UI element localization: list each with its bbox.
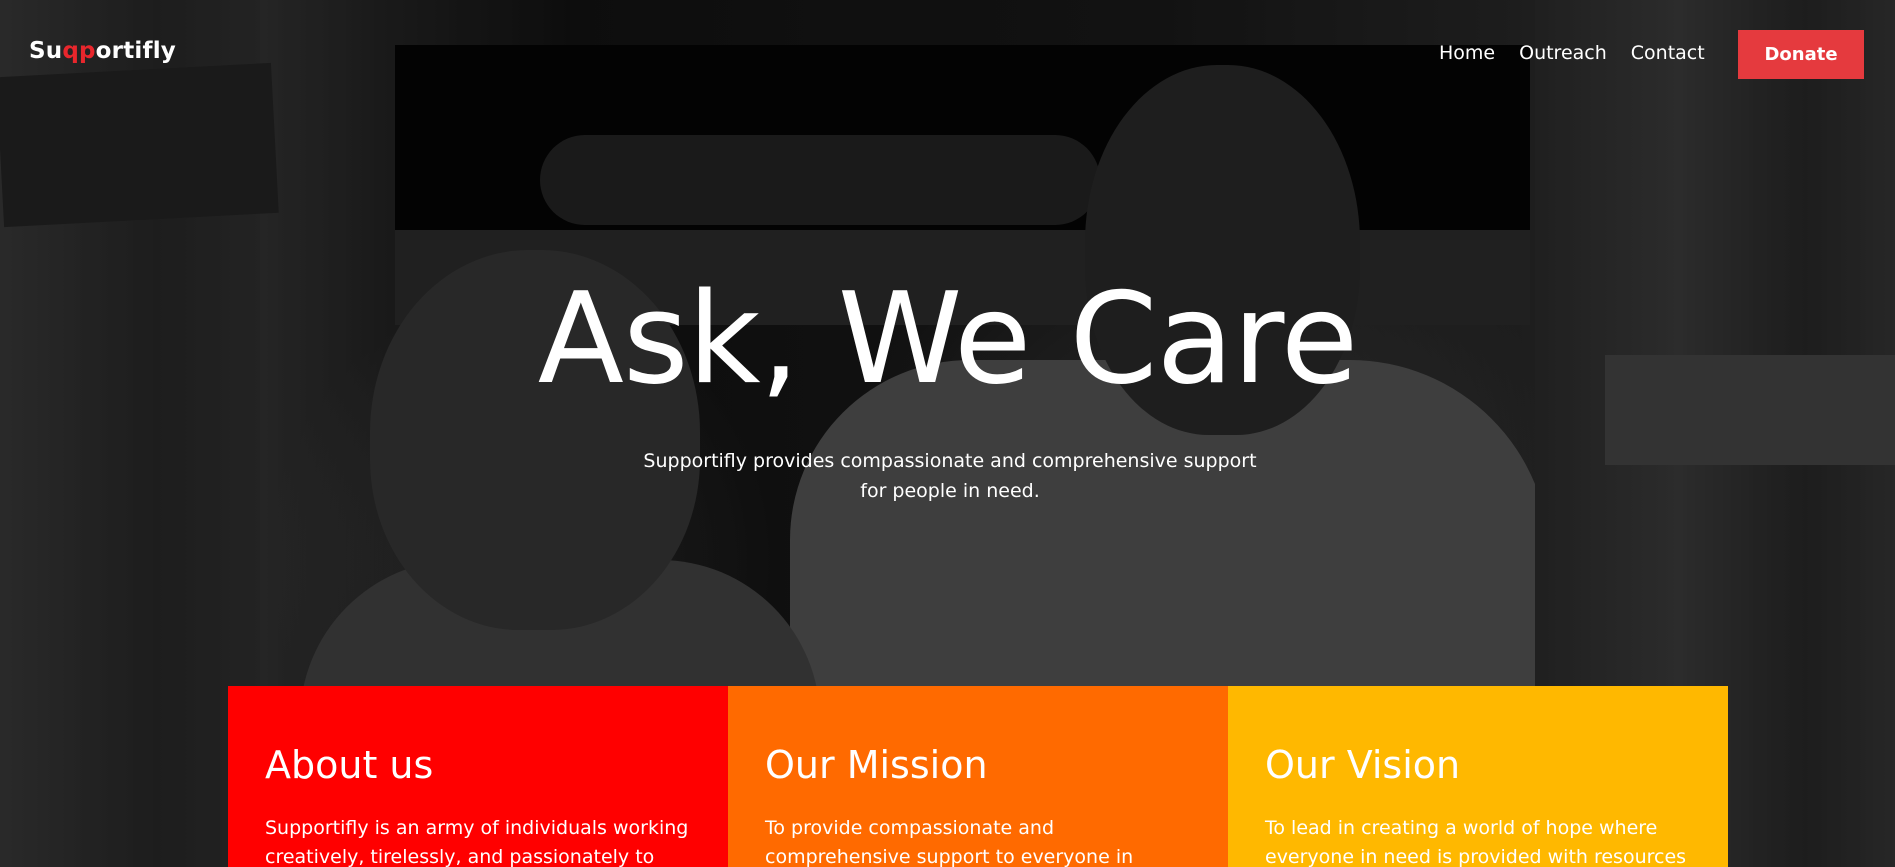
our-vision-card: Our Vision To lead in creating a world o…: [1228, 686, 1728, 867]
main-nav: Home Outreach Contact: [1439, 42, 1705, 64]
logo-text-accent: qp: [62, 38, 96, 64]
hero-subtitle: Supportifly provides compassionate and c…: [643, 450, 1257, 502]
about-us-title: About us: [265, 743, 434, 787]
hero-section: Suqportifly Home Outreach Contact Donate…: [0, 0, 1895, 867]
nav-home-link[interactable]: Home: [1439, 42, 1495, 64]
info-cards: About us Supportifly is an army of indiv…: [228, 686, 1728, 867]
logo-text-suffix: ortifly: [95, 38, 176, 64]
nav-outreach-link[interactable]: Outreach: [1519, 42, 1607, 64]
our-mission-title: Our Mission: [765, 743, 988, 787]
about-us-text: Supportifly is an army of individuals wo…: [265, 817, 689, 867]
our-mission-text: To provide compassionate and comprehensi…: [765, 817, 1134, 867]
site-logo[interactable]: Suqportifly: [29, 38, 176, 64]
about-us-card: About us Supportifly is an army of indiv…: [228, 686, 728, 867]
logo-text-prefix: Su: [29, 38, 63, 64]
our-vision-title: Our Vision: [1265, 743, 1461, 787]
our-vision-text: To lead in creating a world of hope wher…: [1265, 817, 1687, 867]
nav-contact-link[interactable]: Contact: [1631, 42, 1705, 64]
our-mission-card: Our Mission To provide compassionate and…: [728, 686, 1228, 867]
donate-button[interactable]: Donate: [1738, 30, 1864, 79]
hero-title: Ask, We Care: [537, 265, 1358, 412]
